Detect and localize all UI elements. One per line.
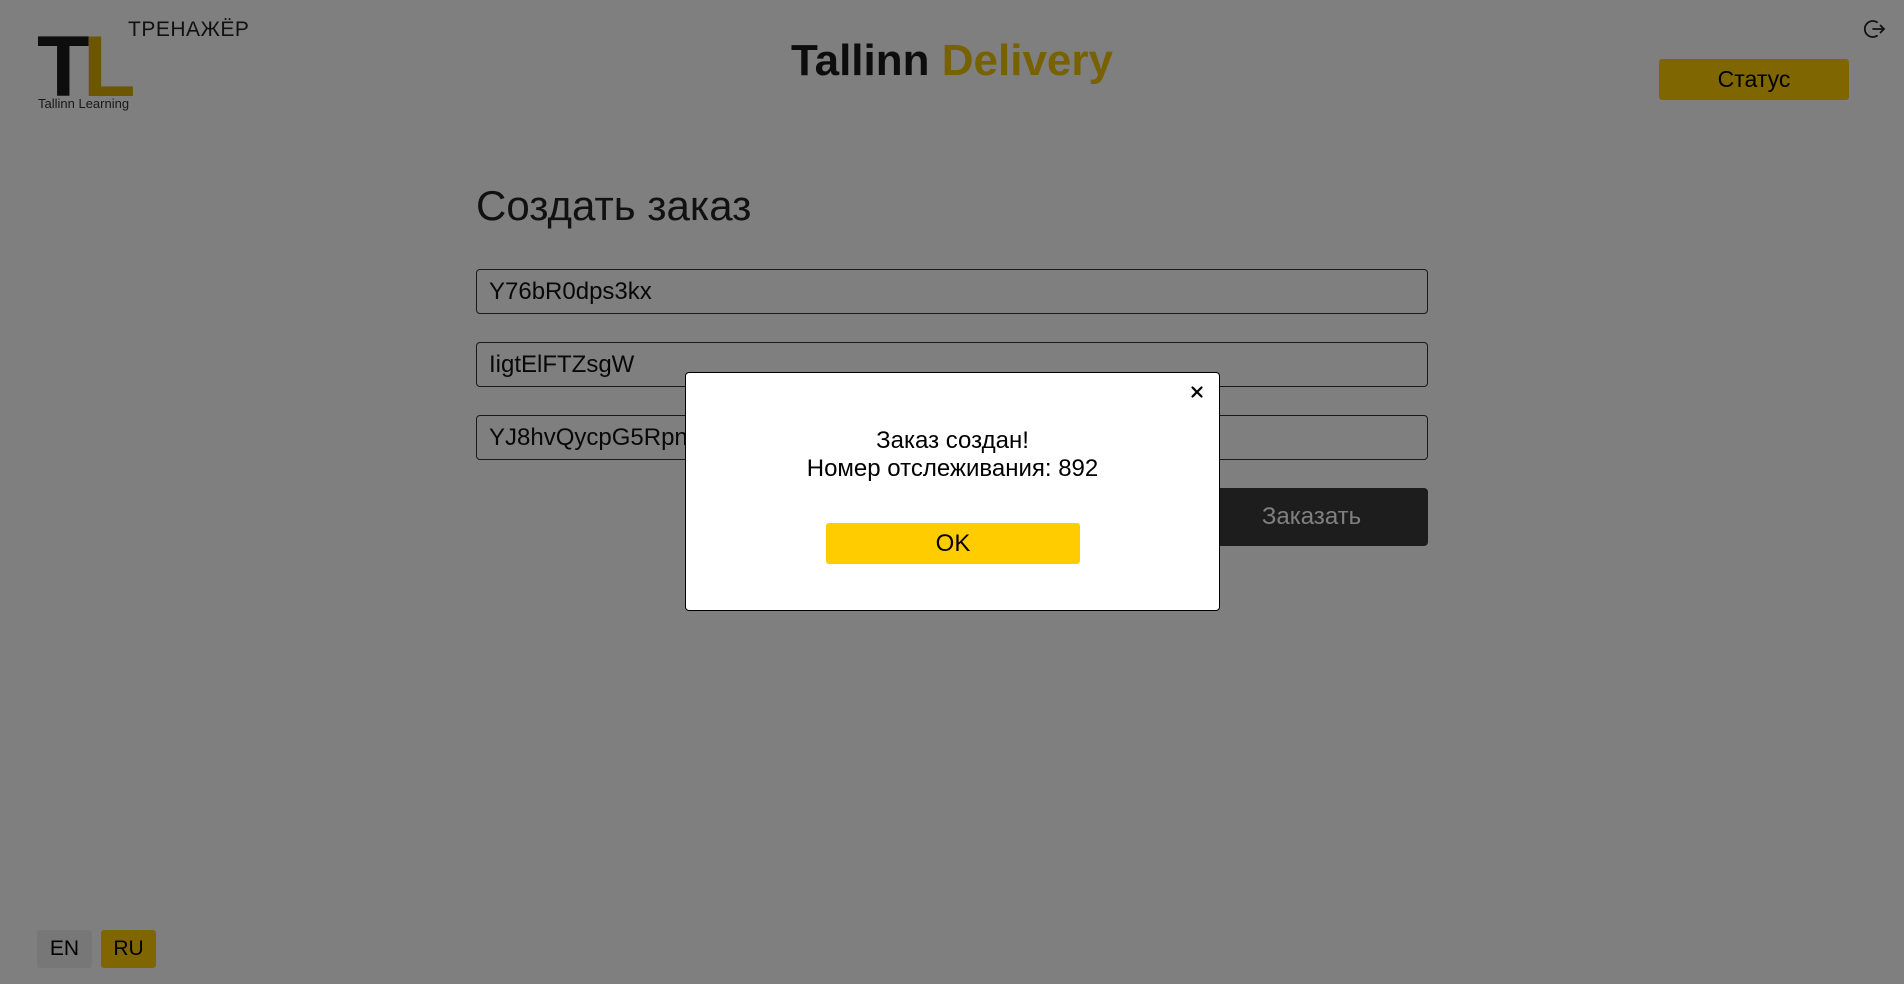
dialog-message-line-1: Заказ создан!: [876, 427, 1029, 454]
page: T L Tallinn Learning ТРЕНАЖЁР Tallinn De…: [0, 0, 1904, 984]
order-created-dialog: Заказ создан! Номер отслеживания: 892 OK: [685, 372, 1220, 611]
close-icon[interactable]: [1186, 381, 1208, 403]
dialog-message: Заказ создан! Номер отслеживания: 892: [686, 427, 1219, 483]
dialog-message-line-2: Номер отслеживания: 892: [806, 455, 1099, 482]
ok-button[interactable]: OK: [826, 523, 1080, 564]
